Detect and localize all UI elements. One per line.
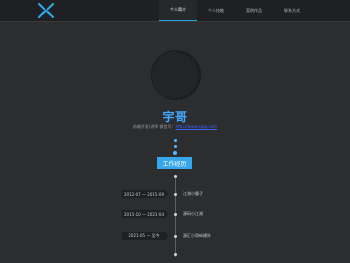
timeline-date: 2015-10 — 2021-04 bbox=[122, 210, 169, 218]
avatar-outline-icon bbox=[153, 51, 200, 99]
timeline-start-dot bbox=[174, 175, 177, 178]
dot-indicator bbox=[173, 145, 177, 148]
scroll-dots bbox=[173, 139, 177, 158]
timeline-text: 源码小江湖 bbox=[183, 211, 203, 216]
timeline-marker bbox=[174, 235, 177, 238]
top-navigation-bar: 个人简介 个人技能 案例作品 联系方式 bbox=[0, 0, 350, 22]
nav-item-works[interactable]: 案例作品 bbox=[235, 0, 273, 21]
main-nav: 个人简介 个人技能 案例作品 联系方式 bbox=[159, 0, 311, 21]
timeline-date: 2021-05 — 至今 bbox=[122, 232, 169, 240]
work-experience-button[interactable]: 工作经历 bbox=[157, 157, 192, 169]
timeline-end-dot bbox=[174, 253, 177, 256]
dot-indicator bbox=[173, 151, 177, 155]
dot-indicator bbox=[173, 139, 177, 142]
timeline-text: 源汇小哥纵横外 bbox=[183, 233, 211, 238]
nav-item-skills[interactable]: 个人技能 bbox=[197, 0, 235, 21]
timeline-item: 2012-07 — 2015-09 江湖小霸子 bbox=[0, 190, 350, 200]
timeline-text: 江湖小霸子 bbox=[183, 191, 203, 196]
avatar bbox=[151, 50, 201, 100]
timeline-item: 2015-10 — 2021-04 源码小江湖 bbox=[0, 210, 350, 220]
nav-item-profile[interactable]: 个人简介 bbox=[159, 0, 197, 21]
profile-name: 宇哥 bbox=[162, 110, 188, 124]
nav-item-contact[interactable]: 联系方式 bbox=[273, 0, 311, 21]
timeline-marker bbox=[174, 213, 177, 216]
profile-subtitle-text: 前端开发/讲师 微信号： bbox=[132, 124, 176, 129]
x-logo-icon[interactable] bbox=[38, 3, 54, 18]
timeline-item: 2021-05 — 至今 源汇小哥纵横外 bbox=[0, 232, 350, 242]
profile-link[interactable]: http://www.sqtq.com bbox=[176, 124, 218, 129]
timeline-date: 2012-07 — 2015-09 bbox=[122, 190, 169, 198]
profile-subtitle: 前端开发/讲师 微信号：http://www.sqtq.com bbox=[0, 124, 350, 130]
timeline-marker bbox=[174, 193, 177, 196]
